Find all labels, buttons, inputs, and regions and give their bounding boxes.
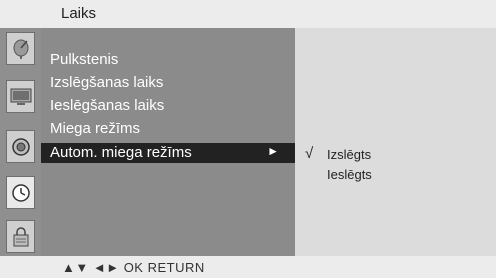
option-ieslegts[interactable]: Ieslēgts: [327, 167, 372, 182]
audio-speaker-icon: [11, 137, 30, 156]
menu-item-izslegsanas-laiks[interactable]: Izslēgšanas laiks: [50, 74, 163, 91]
category-time[interactable]: [6, 176, 35, 209]
checkmark-icon: √: [305, 145, 314, 162]
menu-item-ieslegsanas-laiks[interactable]: Ieslēgšanas laiks: [50, 97, 164, 114]
time-menu: Pulkstenis Izslēgšanas laiks Ieslēgšanas…: [41, 28, 295, 256]
menu-item-autom-miega-rezims[interactable]: Autom. miega režīms ►: [41, 143, 295, 163]
clock-icon: [11, 183, 30, 202]
option-izslegts[interactable]: Izslēgts: [327, 147, 371, 162]
title-bar: Laiks: [0, 0, 496, 28]
option-panel: √ Izslēgts Ieslēgts: [295, 28, 496, 256]
category-picture[interactable]: [6, 80, 35, 113]
menu-item-label: Autom. miega režīms: [50, 144, 192, 161]
screen: Laiks Pulkstenis Izslēgšanas laiks Ieslē…: [0, 0, 496, 278]
category-setup[interactable]: [6, 32, 35, 65]
satellite-dish-icon: [13, 39, 28, 59]
menu-item-pulkstenis[interactable]: Pulkstenis: [50, 51, 118, 68]
category-lock[interactable]: [6, 220, 35, 253]
menu-item-miega-rezims[interactable]: Miega režīms: [50, 120, 140, 137]
navigation-hints: ▲▼ ◄► OK RETURN: [62, 260, 205, 275]
lock-icon: [13, 226, 28, 246]
menu-title: Laiks: [61, 5, 97, 22]
navigation-hint-bar: ▲▼ ◄► OK RETURN: [0, 256, 496, 278]
tv-picture-icon: [10, 88, 31, 105]
submenu-arrow-icon: ►: [267, 144, 279, 158]
category-audio[interactable]: [6, 130, 35, 163]
category-sidebar: [0, 28, 41, 256]
